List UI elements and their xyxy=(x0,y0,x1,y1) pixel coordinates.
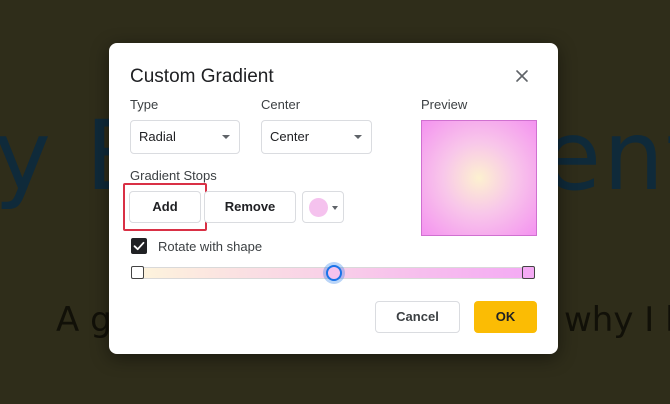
chevron-down-icon xyxy=(354,135,362,139)
gradient-stop-selected[interactable] xyxy=(326,265,342,281)
cancel-button[interactable]: Cancel xyxy=(375,301,460,333)
slide-heading-right: ent xyxy=(542,100,670,212)
rotate-with-shape-checkbox[interactable] xyxy=(131,238,147,254)
center-select[interactable]: Center xyxy=(261,120,372,154)
type-select-value: Radial xyxy=(139,129,176,144)
ok-button[interactable]: OK xyxy=(474,301,537,333)
gradient-preview xyxy=(421,120,537,236)
stop-color-picker[interactable] xyxy=(302,191,344,223)
chevron-down-icon xyxy=(332,206,338,210)
preview-label: Preview xyxy=(421,97,468,112)
close-icon[interactable] xyxy=(513,67,531,85)
stop-color-swatch xyxy=(309,198,328,217)
center-label: Center xyxy=(261,97,301,112)
type-label: Type xyxy=(130,97,159,112)
dialog-title: Custom Gradient xyxy=(130,66,274,87)
custom-gradient-dialog: Custom Gradient Type Radial Center Cente… xyxy=(109,43,558,354)
check-icon xyxy=(133,241,145,251)
chevron-down-icon xyxy=(222,135,230,139)
type-select[interactable]: Radial xyxy=(130,120,240,154)
gradient-stops-label: Gradient Stops xyxy=(130,168,217,183)
gradient-stop-end[interactable] xyxy=(522,266,535,279)
rotate-with-shape-label: Rotate with shape xyxy=(158,239,263,254)
remove-stop-button[interactable]: Remove xyxy=(204,191,296,223)
slide-subtitle-left: A g xyxy=(56,300,112,340)
gradient-stop-start[interactable] xyxy=(131,266,144,279)
slide-subtitle-right: why I l xyxy=(564,300,670,340)
add-stop-button[interactable]: Add xyxy=(129,191,201,223)
center-select-value: Center xyxy=(270,129,310,144)
